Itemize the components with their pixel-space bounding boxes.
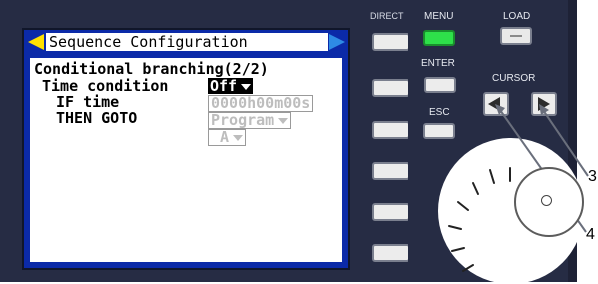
knob-center-dot bbox=[541, 195, 552, 206]
knob-tick bbox=[462, 264, 474, 272]
knob-tick bbox=[457, 201, 469, 211]
callout-3: 3 bbox=[588, 168, 597, 185]
instrument-front-panel: Sequence Configuration Conditional branc… bbox=[0, 0, 598, 284]
knob-tick bbox=[448, 225, 462, 230]
callout-3-arrowhead bbox=[539, 104, 549, 115]
callout-4: 4 bbox=[586, 226, 595, 243]
knob-tick bbox=[489, 169, 495, 184]
knob-tick-marks bbox=[448, 104, 589, 272]
knob-tick bbox=[472, 182, 479, 195]
knob-tick bbox=[451, 247, 465, 252]
